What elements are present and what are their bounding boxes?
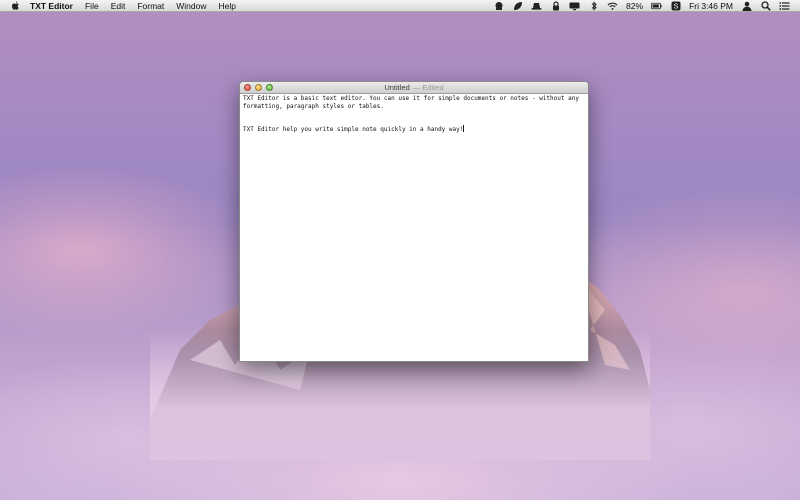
hat-icon[interactable] <box>531 1 542 11</box>
leaf-icon[interactable] <box>512 1 523 11</box>
display-icon[interactable] <box>569 1 580 11</box>
alien-icon[interactable] <box>493 1 504 11</box>
wifi-icon[interactable] <box>607 1 618 11</box>
menu-format[interactable]: Format <box>131 0 170 12</box>
window-controls <box>244 84 277 91</box>
paragraph-text[interactable]: TXT Editor help you write simple note qu… <box>243 126 463 133</box>
window-titlebar[interactable]: Untitled — Edited <box>240 82 588 94</box>
notification-center-icon[interactable] <box>779 1 790 11</box>
close-window-icon[interactable] <box>244 84 251 91</box>
zoom-window-icon[interactable] <box>266 84 273 91</box>
menu-bar-status-area: 82% S Fri 3:46 PM <box>489 0 800 12</box>
text-paragraph[interactable]: TXT Editor help you write simple note qu… <box>243 125 585 134</box>
user-icon[interactable] <box>741 1 752 11</box>
lock-icon[interactable] <box>550 0 561 11</box>
text-editing-area[interactable]: TXT Editor is a basic text editor. You c… <box>240 94 588 361</box>
menu-file[interactable]: File <box>79 0 105 12</box>
minimize-window-icon[interactable] <box>255 84 262 91</box>
spotlight-search-icon[interactable] <box>760 0 771 11</box>
menu-bar-clock[interactable]: Fri 3:46 PM <box>689 0 733 12</box>
menu-edit[interactable]: Edit <box>105 0 132 12</box>
window-edited-status[interactable]: — Edited <box>413 83 444 92</box>
text-paragraph[interactable]: TXT Editor is a basic text editor. You c… <box>243 95 585 110</box>
text-cursor <box>463 125 465 132</box>
menu-app-name[interactable]: TXT Editor <box>22 0 79 12</box>
text-editor-window: Untitled — Edited TXT Editor is a basic … <box>239 81 589 362</box>
menu-window[interactable]: Window <box>170 0 212 12</box>
battery-percentage[interactable]: 82% <box>626 0 643 12</box>
script-app-icon[interactable]: S <box>670 1 681 11</box>
battery-icon[interactable] <box>651 1 662 11</box>
menu-bar: TXT Editor File Edit Format Window Help … <box>0 0 800 12</box>
window-title: Untitled <box>384 83 410 92</box>
svg-text:S: S <box>673 3 678 10</box>
menu-help[interactable]: Help <box>213 0 242 12</box>
apple-menu-icon[interactable] <box>8 0 22 12</box>
empty-line[interactable] <box>243 110 585 125</box>
bluetooth-icon[interactable] <box>588 0 599 11</box>
